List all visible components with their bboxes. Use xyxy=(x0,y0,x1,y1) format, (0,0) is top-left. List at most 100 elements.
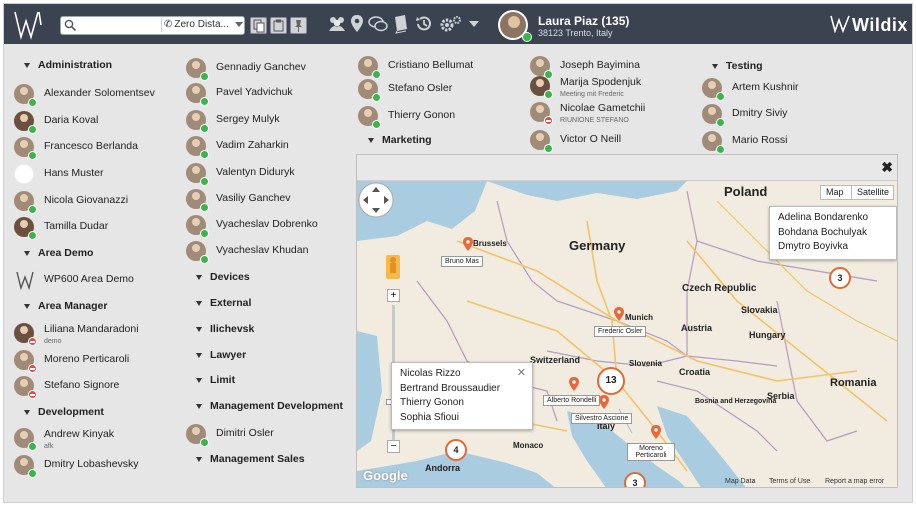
map-label-andorra: Andorra xyxy=(425,463,461,473)
map-pin-icon[interactable] xyxy=(599,395,609,409)
user-name[interactable]: Laura Piaz (135) xyxy=(538,14,629,28)
map-pin-icon[interactable] xyxy=(651,425,661,439)
caret-down-icon xyxy=(196,456,202,462)
group-header-management-development[interactable]: Management Development xyxy=(196,400,343,412)
group-header-lawyer[interactable]: Lawyer xyxy=(196,349,246,361)
caret-down-icon xyxy=(24,250,30,256)
map-marker-icon[interactable] xyxy=(350,14,364,34)
brand-name: Wildix xyxy=(852,15,908,35)
terms-of-use-link[interactable]: Terms of Use xyxy=(769,478,810,485)
group-header-area-demo[interactable]: Area Demo xyxy=(24,247,93,259)
chevron-down-icon[interactable] xyxy=(235,22,243,27)
status-online-icon xyxy=(716,118,725,127)
google-logo[interactable]: Google xyxy=(363,468,408,483)
chat-icon[interactable] xyxy=(368,14,388,34)
wildix-w-icon xyxy=(830,15,850,34)
status-busy-icon xyxy=(28,390,37,399)
caret-down-icon xyxy=(24,303,30,309)
info-window-user[interactable]: Sophia Sfioui xyxy=(400,411,524,426)
close-icon[interactable]: ✕ xyxy=(517,366,526,381)
map-data-link[interactable]: Map Data xyxy=(725,478,755,485)
caret-down-icon xyxy=(196,300,202,306)
search-mode-dropdown[interactable]: ✆ Zero Dista... xyxy=(164,19,229,30)
info-window-user[interactable]: Nicolas Rizzo xyxy=(400,367,524,382)
report-map-error-link[interactable]: Report a map error xyxy=(825,478,884,485)
map-pin-icon[interactable] xyxy=(614,307,624,321)
user-status-message: afk xyxy=(44,443,54,450)
map-info-window-west[interactable]: ✕ Nicolas Rizzo Bertrand Broussaudier Th… xyxy=(391,362,533,430)
map-pin-icon[interactable] xyxy=(463,237,473,251)
caret-down-icon xyxy=(196,326,202,332)
pushpin-icon xyxy=(295,20,302,32)
phonebook-icon[interactable] xyxy=(392,14,410,34)
map-label-germany: Germany xyxy=(569,238,626,253)
top-bar: ✆ Zero Dista... Laura Piaz (135) 38123 Tr… xyxy=(4,4,912,44)
status-online-icon xyxy=(28,98,37,107)
search-separator xyxy=(161,19,162,32)
clipboard-button[interactable] xyxy=(270,17,287,34)
map-info-window-east[interactable]: Adelina Bondarenko Bohdana Bochulyak Dmy… xyxy=(769,206,897,260)
map-label-romania: Romania xyxy=(830,377,877,389)
map-pin-label[interactable]: Silvestro Ascione xyxy=(571,413,633,424)
map-panel[interactable]: ✖ + − Map Satellite Poland Germany Czech… xyxy=(356,154,898,488)
street-view-pegman-icon[interactable] xyxy=(386,255,400,279)
map-cluster-marker[interactable]: 4 xyxy=(445,439,467,461)
group-header-ilichevsk[interactable]: Ilichevsk xyxy=(196,323,254,335)
status-online-icon xyxy=(544,90,553,99)
map-label-munich: Munich xyxy=(625,313,653,322)
info-window-user[interactable]: Bohdana Bochulyak xyxy=(778,226,888,241)
map-type-map-button[interactable]: Map xyxy=(820,185,852,200)
status-online-icon xyxy=(716,92,725,101)
status-online-icon xyxy=(544,144,553,153)
user-status-message: RIUNIONE STEFANO xyxy=(560,117,629,124)
zoom-in-button[interactable]: + xyxy=(387,289,400,302)
map-pin-label[interactable]: Bruno Mas xyxy=(441,256,483,267)
map-pin-label[interactable]: Moreno Perticaroli xyxy=(627,443,675,461)
map-label-bosnia: Bosnia and Herzegovina xyxy=(695,398,777,405)
copy-button[interactable] xyxy=(250,17,267,34)
map-pin-icon[interactable] xyxy=(569,377,579,391)
group-header-limit[interactable]: Limit xyxy=(196,374,235,386)
group-header-testing[interactable]: Testing xyxy=(712,60,763,72)
status-online-icon xyxy=(200,150,209,159)
map-pin-label[interactable]: Alberto Rondelli xyxy=(543,395,601,406)
group-header-management-sales[interactable]: Management Sales xyxy=(196,453,305,465)
map-cluster-marker[interactable]: 3 xyxy=(829,267,851,289)
pin-button[interactable] xyxy=(290,17,307,34)
map-label-croatia: Croatia xyxy=(679,367,711,377)
wildix-logo-icon[interactable] xyxy=(12,9,46,41)
group-header-external[interactable]: External xyxy=(196,297,251,309)
pan-control[interactable] xyxy=(357,181,395,219)
group-header-marketing[interactable]: Marketing xyxy=(368,134,432,146)
map-pin-label[interactable]: Frederic Osler xyxy=(594,326,647,337)
users-icon[interactable] xyxy=(327,14,347,34)
status-online-icon xyxy=(28,442,37,451)
info-window-user[interactable]: Thierry Gonon xyxy=(400,396,524,411)
info-window-user[interactable]: Bertrand Broussaudier xyxy=(400,382,524,397)
map-cluster-marker[interactable]: 3 xyxy=(624,472,646,487)
info-window-user[interactable]: Adelina Bondarenko xyxy=(778,211,888,226)
history-icon[interactable] xyxy=(414,14,434,34)
group-header-development[interactable]: Development xyxy=(24,406,104,418)
search-box[interactable]: ✆ Zero Dista... xyxy=(60,16,245,35)
user-location: 38123 Trento, Italy xyxy=(538,28,613,38)
group-header-devices[interactable]: Devices xyxy=(196,271,250,283)
info-window-user[interactable]: Dmytro Boyivka xyxy=(778,240,888,255)
brand-logo: Wildix xyxy=(830,15,908,36)
map-cluster-marker[interactable]: 13 xyxy=(597,367,625,395)
search-input[interactable] xyxy=(79,18,159,33)
caret-down-icon xyxy=(196,377,202,383)
status-online-icon xyxy=(372,70,381,79)
status-online-icon xyxy=(28,205,37,214)
zoom-out-button[interactable]: − xyxy=(387,440,400,453)
group-header-area-manager[interactable]: Area Manager xyxy=(24,300,107,312)
user-status-online-icon xyxy=(522,32,532,42)
caret-down-icon xyxy=(24,409,30,415)
close-icon[interactable]: ✖ xyxy=(881,159,893,176)
status-online-icon xyxy=(372,93,381,102)
group-header-administration[interactable]: Administration xyxy=(24,59,112,71)
map-type-satellite-button[interactable]: Satellite xyxy=(851,185,894,200)
settings-gear-icon[interactable] xyxy=(438,14,464,34)
status-online-icon xyxy=(28,469,37,478)
chevron-down-icon[interactable] xyxy=(468,20,480,28)
